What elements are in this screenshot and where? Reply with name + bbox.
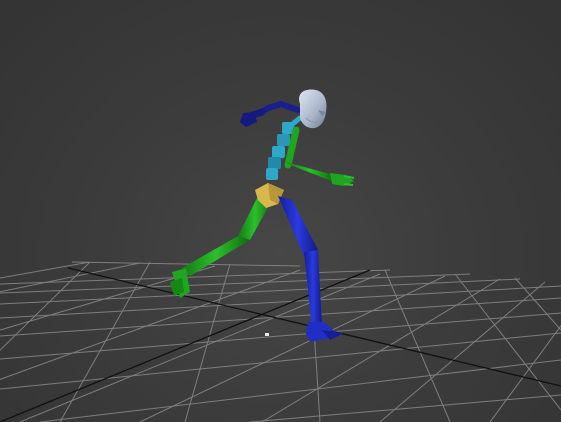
biped-right-arm[interactable]: [284, 126, 355, 186]
home-grid: [0, 261, 561, 422]
viewport-canvas[interactable]: [0, 0, 561, 422]
perspective-viewport[interactable]: [0, 0, 561, 422]
pivot-marker: [265, 333, 269, 336]
biped-head[interactable]: [299, 89, 327, 129]
biped-neck[interactable]: [287, 115, 303, 129]
biped-character[interactable]: [170, 89, 355, 342]
